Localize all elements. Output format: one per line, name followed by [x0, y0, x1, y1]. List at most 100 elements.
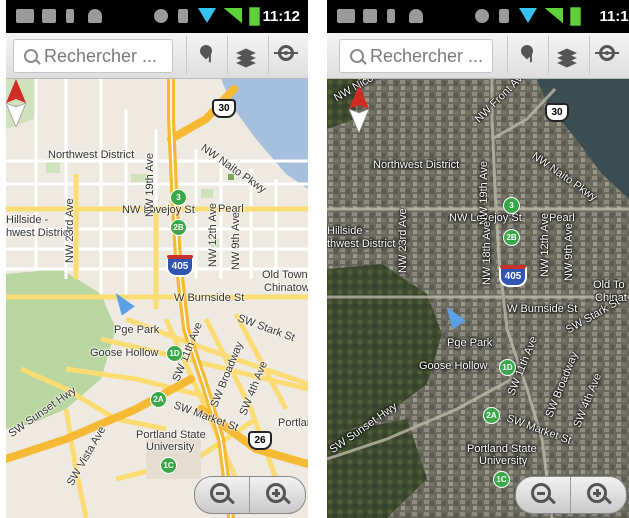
route-shield-26: 26 [248, 431, 272, 450]
map-label-nw-9th: NW 9th Ave [563, 223, 575, 281]
status-bar: 11:12 [6, 0, 308, 33]
phone-satellite-view: 11:12 Rechercher ... [327, 0, 629, 518]
map-label-chinatown: Chinatown [264, 282, 308, 294]
zoom-in-button[interactable] [251, 477, 305, 513]
signal-icon [224, 8, 242, 23]
map-label-nw-lovejoy: NW Lovejoy St [122, 204, 195, 216]
calendar-icon [42, 9, 56, 23]
map-label-nw-23rd: NW 23rd Ave [397, 208, 409, 273]
phone-map-view: 11:12 Rechercher ... Northwest District … [6, 0, 308, 518]
map-label-nw-19th: NW 19th Ave [478, 161, 490, 225]
map-label-portland-cut: Portlan [278, 417, 308, 429]
places-pin-icon [518, 42, 536, 60]
search-input[interactable]: Rechercher ... [339, 39, 493, 73]
zoom-in-icon [266, 483, 286, 503]
android-icon [88, 9, 102, 23]
search-placeholder: Rechercher ... [44, 46, 158, 66]
gps-icon [475, 9, 489, 23]
layers-button[interactable] [548, 36, 587, 74]
map-label-hillside: Hillside - [327, 225, 370, 237]
usb-icon [387, 9, 395, 23]
layers-button[interactable] [227, 36, 266, 74]
map-label-burnside: W Burnside St [507, 303, 578, 315]
route-shield-30: 30 [545, 103, 569, 122]
wifi-icon [198, 8, 216, 23]
compass-icon[interactable] [6, 79, 26, 127]
exit-badge-1d: 1D [499, 359, 516, 376]
map-label-hillside-2: hwest District [6, 227, 72, 239]
map-canvas[interactable]: Northwest District NW Lovejoy St Pearl H… [6, 79, 308, 518]
battery-icon [249, 7, 260, 26]
map-label-old-town: Old Town - [262, 269, 308, 281]
compass-icon[interactable] [349, 85, 369, 133]
map-label-hillside-2: thwest District [327, 238, 396, 250]
search-icon [24, 49, 38, 63]
map-label-pge-park: Pge Park [447, 337, 493, 349]
search-input[interactable]: Rechercher ... [13, 39, 173, 73]
zoom-control [194, 476, 306, 514]
my-location-button[interactable] [589, 36, 628, 74]
route-shield-30: 30 [212, 99, 236, 118]
usb-icon [66, 9, 74, 23]
map-label-nw-district: Northwest District [373, 159, 460, 171]
exit-badge-3: 3 [503, 197, 520, 214]
route-shield-405: 405 [166, 255, 194, 277]
zoom-control [515, 476, 627, 514]
route-shield-405: 405 [499, 265, 527, 287]
zoom-out-icon [210, 483, 230, 503]
zoom-out-button[interactable] [516, 477, 571, 513]
search-toolbar: Rechercher ... [6, 33, 308, 79]
search-toolbar: Rechercher ... [327, 33, 629, 79]
exit-badge-1c: 1C [493, 471, 510, 488]
map-label-nw-12th: NW 12th Ave [207, 203, 219, 267]
my-location-icon [595, 45, 619, 61]
gps-icon [154, 9, 168, 23]
vibrate-icon [499, 9, 509, 23]
status-time: 11:12 [262, 8, 300, 25]
my-location-button[interactable] [268, 36, 307, 74]
exit-badge-3: 3 [170, 189, 187, 206]
map-label-nw-district: Northwest District [48, 149, 135, 161]
zoom-in-icon [587, 483, 607, 503]
map-label-nw-18th: NW 18th Ave [481, 221, 493, 285]
exit-badge-1d: 1D [166, 345, 183, 362]
layers-icon [236, 46, 258, 68]
exit-badge-1c: 1C [160, 457, 177, 474]
map-label-burnside: W Burnside St [174, 292, 245, 304]
map-label-nw-23rd: NW 23rd Ave [64, 198, 76, 263]
map-label-old-town: Old To [593, 279, 625, 291]
map-label-university: University [479, 455, 528, 467]
places-pin-icon [197, 42, 215, 60]
map-label-goose-hollow: Goose Hollow [90, 347, 159, 359]
map-label-goose-hollow: Goose Hollow [419, 360, 488, 372]
satellite-canvas[interactable]: NW Nicolai St NW Front Ave Northwest Dis… [327, 79, 629, 518]
exit-badge-2a: 2A [483, 407, 500, 424]
map-label-hillside: Hillside - [6, 214, 49, 226]
mail-icon [16, 9, 34, 23]
search-placeholder: Rechercher ... [370, 46, 484, 66]
vibrate-icon [178, 9, 188, 23]
zoom-out-icon [531, 483, 551, 503]
status-time: 11:12 [599, 8, 629, 25]
map-label-nw-12th: NW 12th Ave [539, 213, 551, 277]
zoom-in-button[interactable] [572, 477, 626, 513]
map-label-university: University [146, 441, 195, 453]
battery-icon [570, 7, 581, 26]
exit-badge-2a: 2A [150, 391, 167, 408]
map-label-pge-park: Pge Park [114, 324, 160, 336]
my-location-icon [274, 45, 298, 61]
places-button[interactable] [186, 36, 225, 74]
signal-icon [545, 8, 563, 23]
map-label-portland-state: Portland State [136, 429, 206, 441]
layers-icon [557, 46, 579, 68]
exit-badge-2b: 2B [170, 219, 187, 236]
places-button[interactable] [507, 36, 546, 74]
android-icon [409, 9, 423, 23]
status-bar: 11:12 [327, 0, 629, 33]
mail-icon [337, 9, 355, 23]
wifi-icon [519, 8, 537, 23]
zoom-out-button[interactable] [195, 477, 250, 513]
map-label-nw-9th: NW 9th Ave [230, 212, 242, 270]
calendar-icon [363, 9, 377, 23]
map-label-portland-state: Portland State [467, 443, 537, 455]
